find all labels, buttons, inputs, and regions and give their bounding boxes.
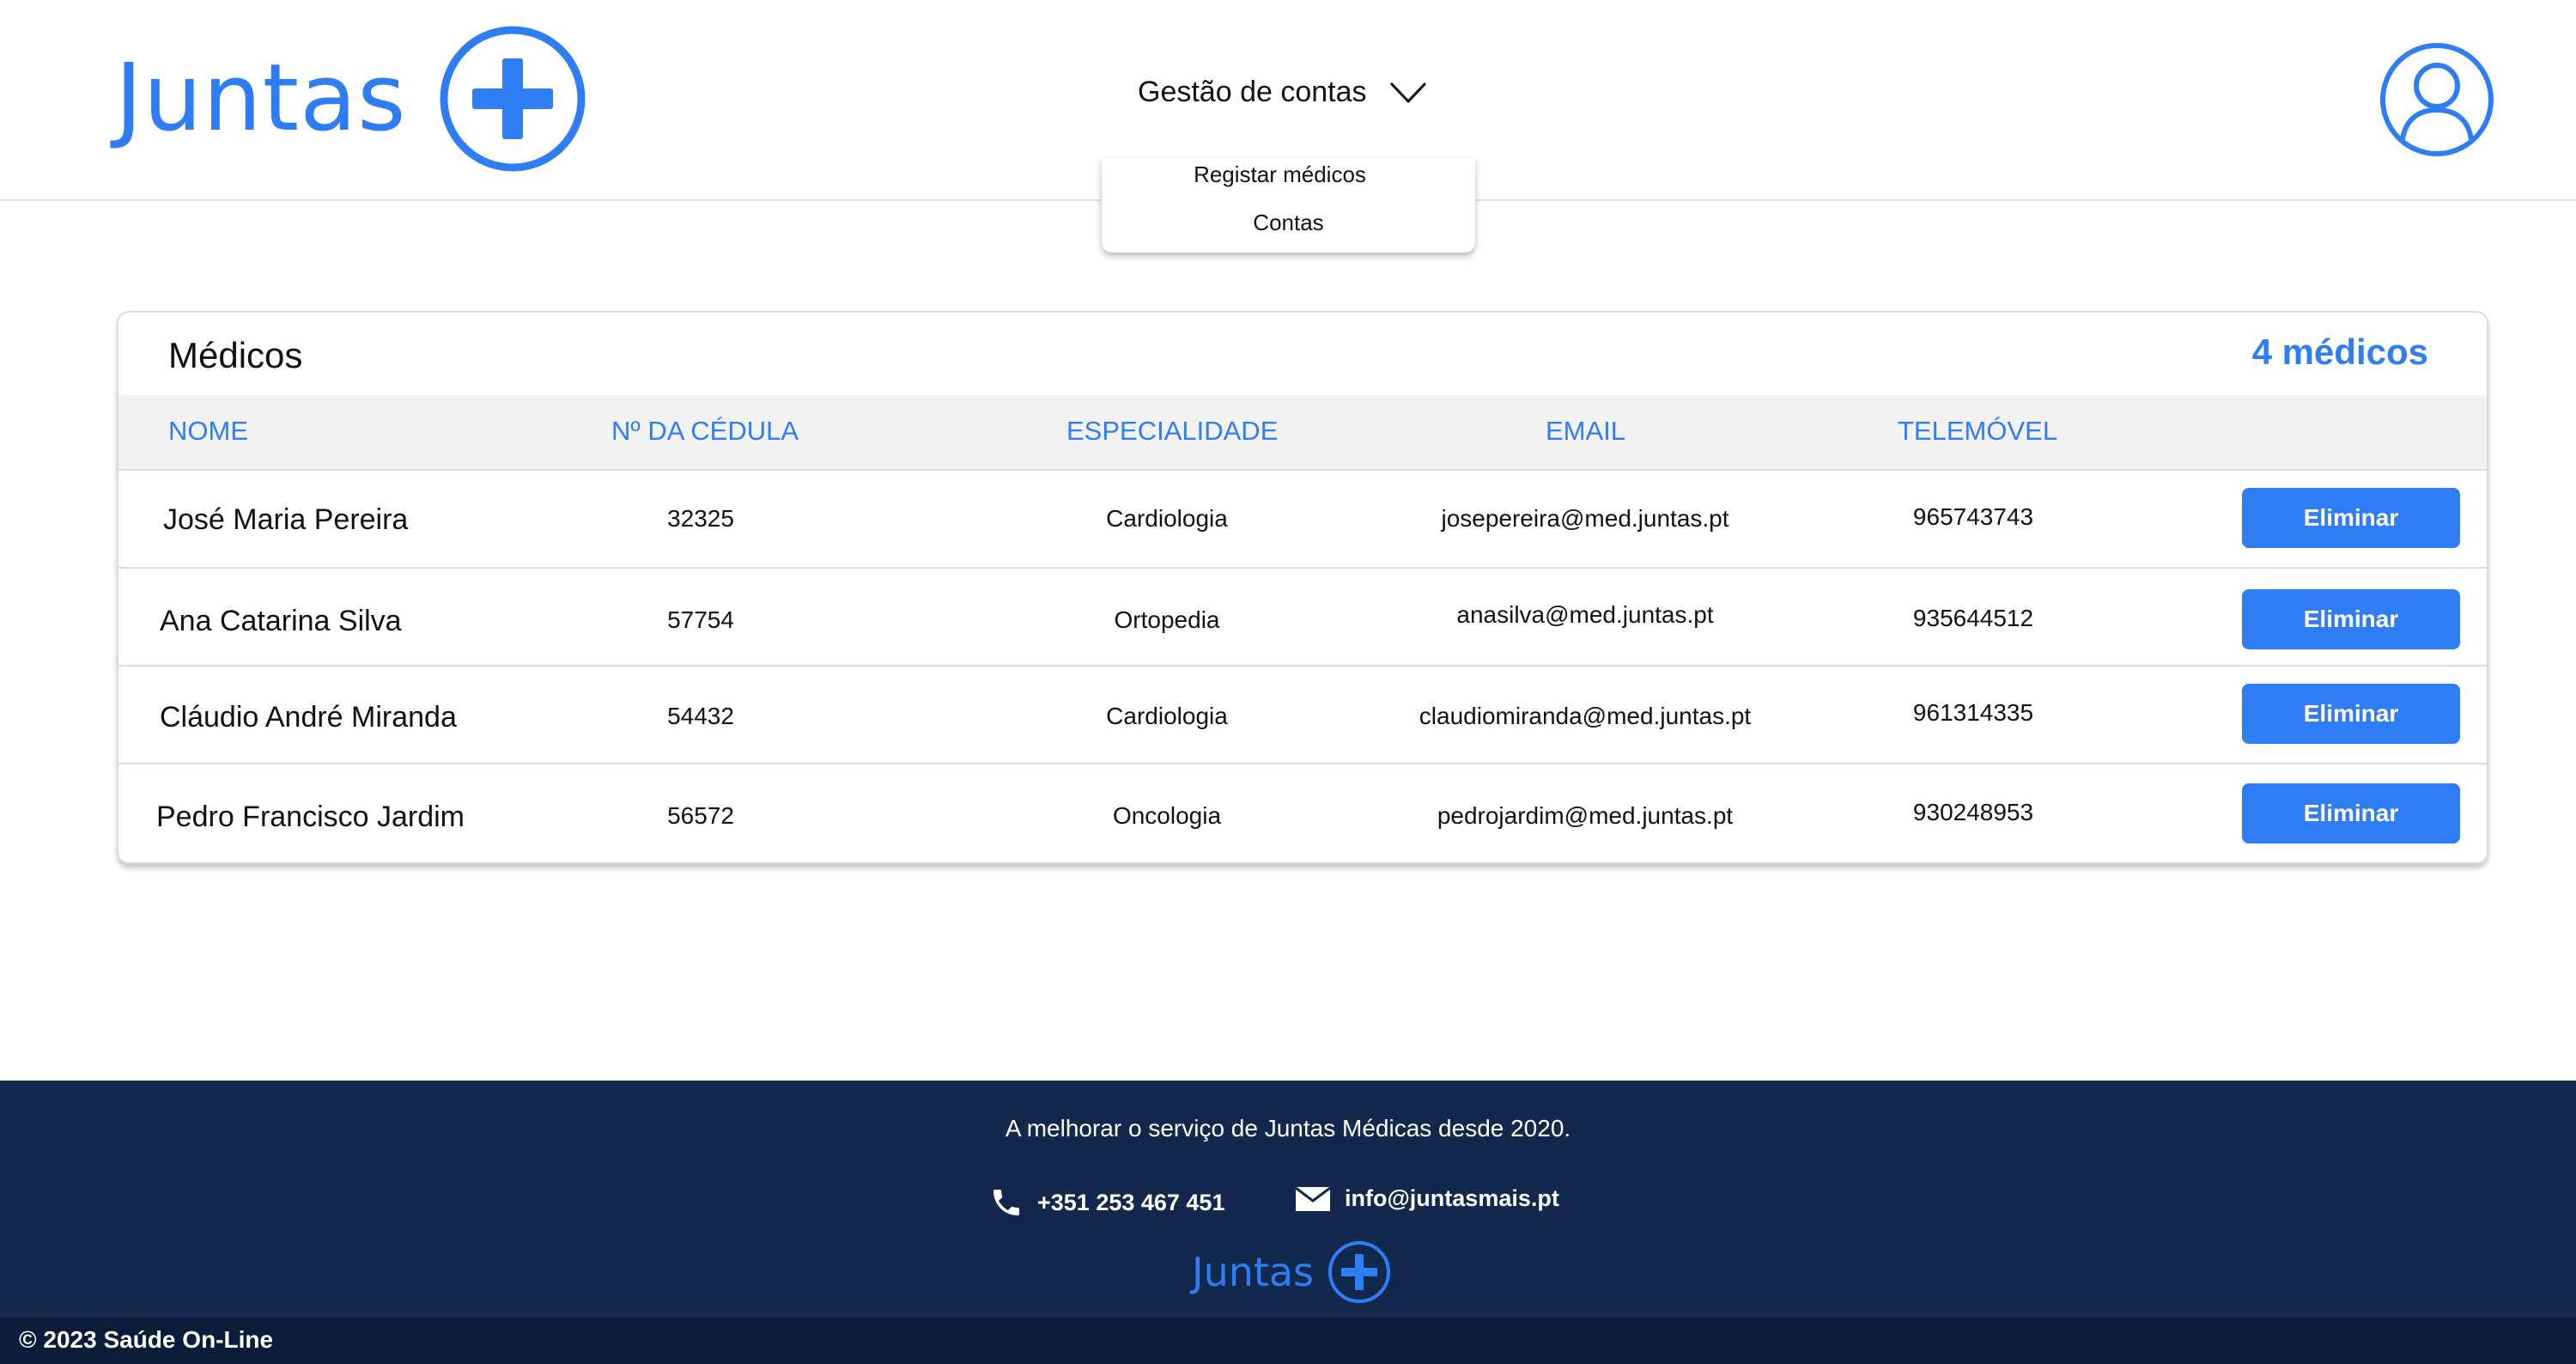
card-title: Médicos	[168, 335, 303, 375]
phone-number: +351 253 467 451	[1037, 1189, 1225, 1215]
column-header-phone: TELEMÓVEL	[1898, 416, 2058, 446]
delete-button[interactable]: Eliminar	[2242, 488, 2460, 548]
doctors-card: Médicos 4 médicos NOME Nº DA CÉDULA ESPE…	[117, 311, 2488, 864]
column-header-cedula: Nº DA CÉDULA	[611, 416, 799, 446]
column-header-name: NOME	[168, 416, 248, 446]
table-row: Cláudio André Miranda 54432 Cardiologia …	[118, 665, 2487, 764]
doctor-phone: 935644512	[1912, 605, 2034, 631]
account-management-menu[interactable]: Gestão de contas	[1138, 76, 1427, 109]
doctor-specialty: Cardiologia	[1106, 703, 1228, 729]
brand-logo[interactable]: Juntas	[115, 26, 586, 172]
doctor-name: José Maria Pereira	[163, 503, 409, 536]
table-row: Pedro Francisco Jardim 56572 Oncologia p…	[118, 763, 2487, 862]
doctor-phone: 961314335	[1912, 699, 2034, 726]
copyright-bar: © 2023 Saúde On-Line	[0, 1318, 2576, 1364]
footer-tagline: A melhorar o serviço de Juntas Médicas d…	[1005, 1115, 1571, 1142]
menu-item-register-doctors[interactable]: Registar médicos	[1093, 161, 1467, 188]
table-row: Ana Catarina Silva 57754 Ortopedia anasi…	[118, 567, 2487, 667]
doctor-name: Ana Catarina Silva	[160, 605, 402, 637]
user-circle-icon[interactable]	[2379, 41, 2495, 158]
menu-item-accounts[interactable]: Contas	[1102, 210, 1475, 236]
footer-email[interactable]: info@juntasmais.pt	[1295, 1185, 1559, 1212]
doctor-cedula: 56572	[667, 802, 734, 829]
footer-phone[interactable]: +351 253 467 451	[989, 1185, 1224, 1220]
table-header: NOME Nº DA CÉDULA ESPECIALIDADE EMAIL TE…	[118, 395, 2487, 469]
footer-logo[interactable]: Juntas	[1192, 1240, 1391, 1304]
menu-label: Gestão de contas	[1138, 76, 1367, 108]
email-address: info@juntasmais.pt	[1345, 1185, 1559, 1211]
doctor-specialty: Cardiologia	[1106, 505, 1228, 532]
mail-icon	[1295, 1186, 1331, 1211]
doctor-phone: 965743743	[1912, 503, 2034, 530]
column-header-email: EMAIL	[1546, 416, 1626, 446]
doctor-cedula: 32325	[667, 505, 734, 532]
doctor-name: Cláudio André Miranda	[160, 701, 457, 734]
doctor-phone: 930248953	[1912, 799, 2034, 825]
phone-icon	[993, 1190, 1019, 1215]
delete-button[interactable]: Eliminar	[2242, 684, 2460, 744]
plus-circle-icon	[440, 26, 586, 172]
site-footer: A melhorar o serviço de Juntas Médicas d…	[0, 1081, 2576, 1318]
table-row: José Maria Pereira 32325 Cardiologia jos…	[118, 469, 2487, 569]
doctor-specialty: Oncologia	[1112, 802, 1222, 829]
doctor-count: 4 médicos	[2251, 332, 2428, 372]
column-header-specialty: ESPECIALIDADE	[1066, 416, 1279, 446]
doctor-email: josepereira@med.juntas.pt	[1441, 505, 1729, 532]
delete-button[interactable]: Eliminar	[2242, 589, 2460, 649]
doctor-cedula: 54432	[667, 703, 734, 729]
account-dropdown: Registar médicos Contas	[1102, 158, 1475, 253]
delete-button[interactable]: Eliminar	[2242, 783, 2460, 843]
chevron-down-icon	[1389, 82, 1426, 103]
logo-text: Juntas	[115, 45, 407, 152]
doctor-specialty: Ortopedia	[1114, 606, 1220, 633]
copyright-text: © 2023 Saúde On-Line	[19, 1326, 274, 1353]
footer-logo-text: Juntas	[1192, 1249, 1315, 1295]
doctor-email: claudiomiranda@med.juntas.pt	[1419, 703, 1752, 729]
plus-circle-icon	[1328, 1241, 1391, 1303]
doctor-email: anasilva@med.juntas.pt	[1456, 601, 1714, 628]
doctor-email: pedrojardim@med.juntas.pt	[1437, 802, 1734, 829]
doctor-name: Pedro Francisco Jardim	[156, 801, 465, 833]
doctor-cedula: 57754	[667, 606, 734, 633]
